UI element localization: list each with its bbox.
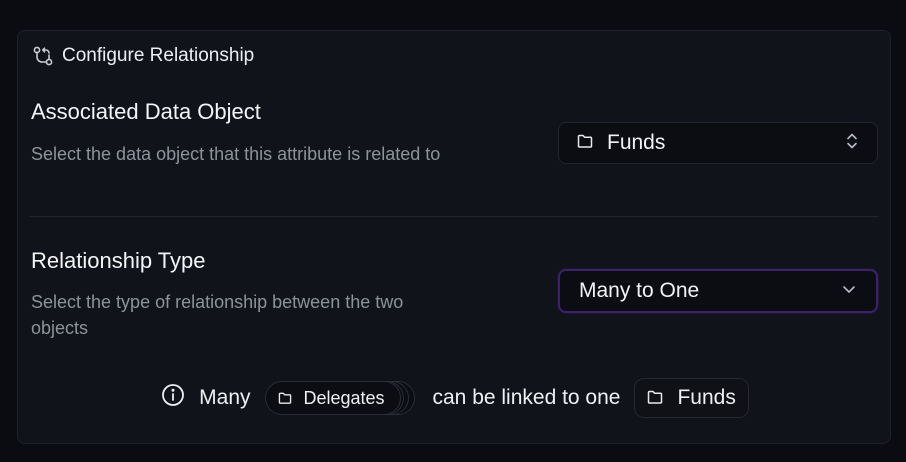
associated-object-title: Associated Data Object (31, 99, 261, 124)
source-object-chip-stack: Delegates (264, 381, 417, 415)
associated-object-value: Funds (607, 131, 666, 154)
relationship-summary: Many Delegates can be linked to one Fund… (18, 377, 892, 419)
associated-object-select[interactable]: Funds (558, 122, 878, 164)
relationship-type-title: Relationship Type (31, 248, 206, 273)
relationship-type-value: Many to One (579, 279, 700, 302)
git-compare-icon (32, 45, 54, 67)
source-object-label: Delegates (303, 387, 385, 408)
chevron-down-icon (841, 282, 857, 300)
relationship-type-select[interactable]: Many to One (558, 269, 878, 313)
configure-relationship-card: Configure Relationship Associated Data O… (17, 30, 891, 444)
chevrons-up-down-icon (845, 131, 859, 156)
folder-icon (647, 386, 663, 410)
info-icon (161, 383, 185, 413)
summary-middle-text: can be linked to one (432, 386, 621, 409)
relationship-type-description: Select the type of relationship between … (31, 292, 404, 338)
section-divider (29, 216, 879, 217)
source-object-chip: Delegates (264, 381, 401, 415)
summary-lead-text: Many (199, 386, 251, 409)
target-object-chip: Funds (634, 378, 749, 418)
target-object-label: Funds (677, 386, 736, 409)
folder-icon (577, 134, 593, 153)
associated-object-description: Select the data object that this attribu… (31, 144, 441, 164)
card-header: Configure Relationship (32, 45, 254, 67)
folder-icon (278, 388, 292, 409)
card-title: Configure Relationship (62, 45, 255, 66)
